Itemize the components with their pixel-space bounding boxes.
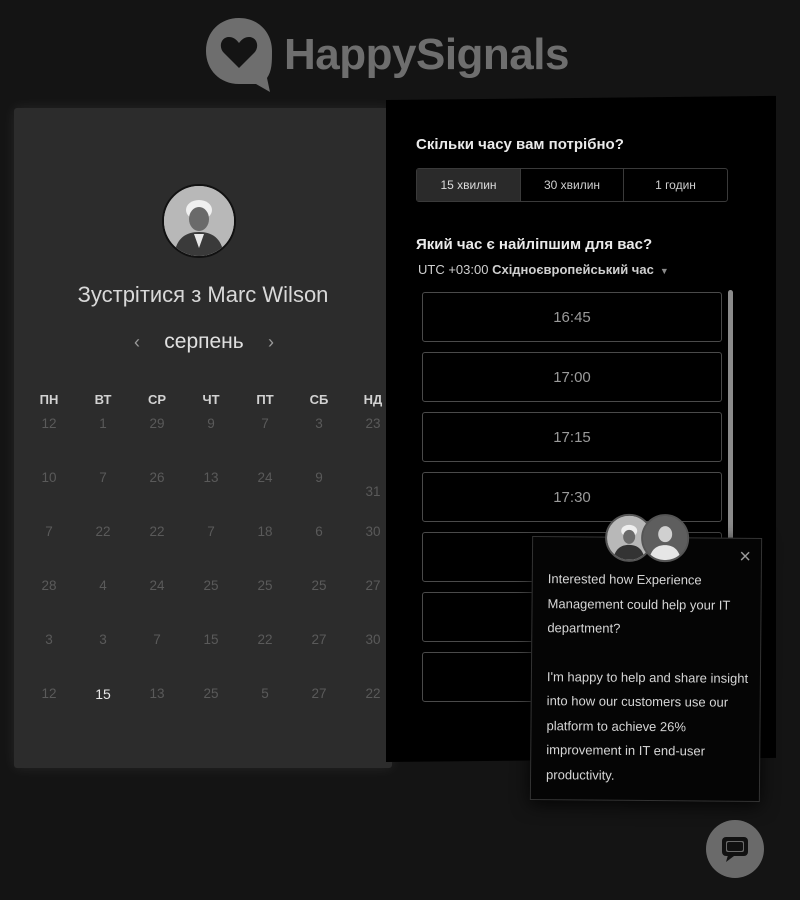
time-question: Який час є найліпшим для вас? [416, 236, 653, 253]
brand-name: HappySignals [284, 30, 569, 79]
calendar-day: 6 [315, 524, 323, 539]
caret-down-icon: ▼ [659, 266, 669, 276]
calendar-day: 12 [41, 416, 57, 431]
chat-launcher-button[interactable] [706, 820, 764, 878]
heart-speech-bubble-icon [206, 18, 272, 92]
month-navigation: ‹ серпень › [134, 330, 274, 354]
duration-option-15[interactable]: 15 хвилин [417, 169, 521, 201]
calendar-day: 26 [149, 470, 165, 485]
selected-day[interactable]: 31 [365, 484, 380, 499]
calendar-day: 25 [257, 578, 273, 593]
time-slot[interactable]: 17:15 [422, 412, 722, 462]
calendar-day: 28 [41, 578, 57, 593]
brand-logo: HappySignals [204, 16, 569, 94]
chat-popup: × Interested how Experience Management c… [529, 513, 763, 802]
weekday-label: ЧТ [202, 392, 220, 407]
host-title: Зустрітися з Marc Wilson [77, 282, 329, 307]
calendar-day: 22 [257, 632, 273, 647]
weekday-label: ПТ [256, 392, 274, 407]
calendar-day: 10 [41, 470, 57, 485]
month-label: серпень [164, 330, 244, 353]
calendar-day: 24 [257, 470, 273, 485]
calendar-day: 13 [149, 686, 165, 701]
duration-question: Скільки часу вам потрібно? [416, 136, 624, 153]
duration-option-60[interactable]: 1 годин [624, 169, 727, 201]
calendar-day: 1 [99, 416, 107, 431]
timezone-selector[interactable]: UTC +03:00 Східноєвропейський час ▼ [418, 262, 669, 277]
calendar-day: 13 [203, 470, 219, 485]
calendar-day: 4 [99, 578, 107, 593]
calendar-day: 22 [95, 524, 111, 539]
popup-message: Interested how Experience Management cou… [546, 567, 753, 813]
popup-paragraph: Interested how Experience Management cou… [547, 571, 731, 636]
slot-scrollbar[interactable] [728, 290, 733, 570]
next-month-button[interactable]: › [268, 332, 274, 353]
person-photo-icon [164, 186, 234, 256]
calendar-day: 3 [99, 632, 107, 647]
time-slot[interactable]: 17:00 [422, 352, 722, 402]
calendar-day: 27 [311, 632, 327, 647]
agent-avatar [640, 513, 690, 563]
calendar-day: 25 [311, 578, 327, 593]
agent-avatars [604, 513, 690, 563]
calendar-day: 7 [99, 470, 107, 485]
calendar-day: 24 [149, 578, 165, 593]
time-slot[interactable]: 16:45 [422, 292, 722, 342]
chat-bubble-icon [722, 837, 748, 862]
prev-month-button[interactable]: ‹ [134, 332, 140, 353]
calendar-day: 9 [315, 470, 323, 485]
calendar-day: 12 [41, 686, 57, 701]
calendar-day: 7 [207, 524, 215, 539]
calendar-day: 22 [149, 524, 165, 539]
weekday-label: ПН [39, 392, 59, 407]
calendar-day: 3 [45, 632, 53, 647]
calendar-day: 7 [45, 524, 53, 539]
person-photo-icon [642, 515, 688, 561]
weekday-label: СБ [309, 392, 329, 407]
calendar-day: 15 [203, 632, 219, 647]
weekday-header: ПН ВТ СР ЧТ ПТ СБ НД [22, 392, 392, 407]
calendar-day[interactable]: 15 [76, 680, 130, 734]
calendar-grid: 12 1 29 9 7 3 23 10 7 26 13 24 9 31 7 22 22 7 18 6 30 28 4 24 25… [22, 410, 392, 734]
calendar-day: 7 [261, 416, 269, 431]
calendar-day: 25 [203, 578, 219, 593]
timezone-name: Східноєвропейський час [492, 262, 654, 277]
duration-option-30[interactable]: 30 хвилин [521, 169, 624, 201]
calendar-day: 7 [153, 632, 161, 647]
calendar-panel: Зустрітися з Marc Wilson ‹ серпень › ПН … [14, 108, 392, 768]
weekday-label: СР [147, 392, 167, 407]
duration-selector: 15 хвилин 30 хвилин 1 годин [416, 168, 728, 202]
calendar-day: 18 [257, 524, 273, 539]
calendar-day: 9 [207, 416, 215, 431]
calendar-day: 3 [315, 416, 323, 431]
close-icon[interactable]: × [739, 546, 751, 568]
host-avatar [162, 184, 236, 258]
calendar-day: 29 [149, 416, 165, 431]
calendar-day: 25 [203, 686, 219, 701]
calendar-day: 27 [311, 686, 327, 701]
popup-paragraph: I'm happy to help and share insight into… [546, 668, 749, 783]
weekday-label: ВТ [94, 392, 112, 407]
calendar-day: 5 [261, 686, 269, 701]
timezone-offset: UTC +03:00 [418, 262, 489, 277]
